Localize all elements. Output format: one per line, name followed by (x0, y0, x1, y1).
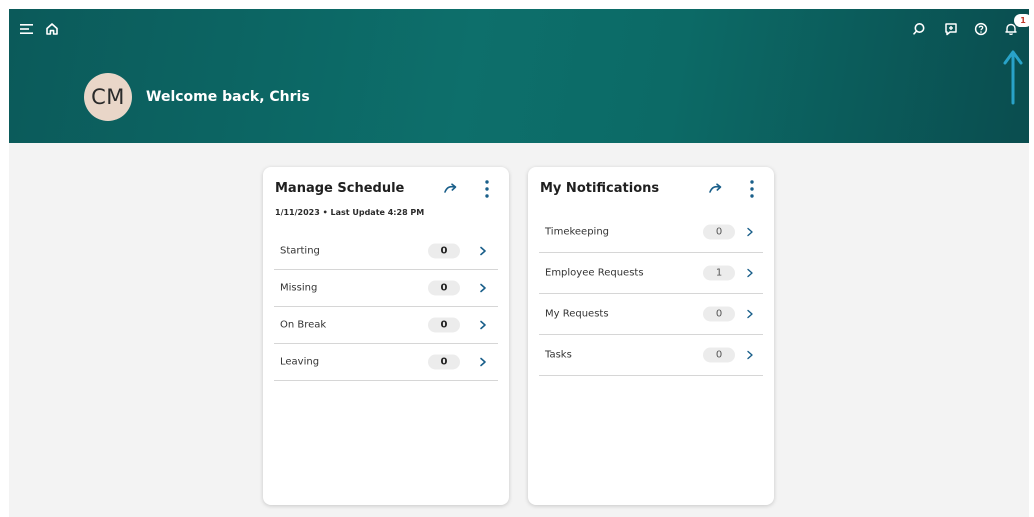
chevron-right-icon[interactable] (745, 227, 755, 237)
app-frame: 1 CM Welcome back, Chris Manage Schedule… (9, 9, 1029, 517)
count-pill: 0 (428, 243, 460, 258)
my-notifications-card: My Notifications Timekeeping 0 Employee … (528, 167, 774, 505)
chevron-right-icon[interactable] (745, 350, 755, 360)
header-banner: 1 CM Welcome back, Chris (9, 9, 1029, 143)
more-options-icon[interactable] (483, 179, 491, 199)
count-pill: 0 (428, 317, 460, 332)
open-arrow-icon[interactable] (443, 181, 459, 197)
count-pill: 0 (428, 280, 460, 295)
notification-count-badge: 1 (1014, 14, 1029, 27)
avatar[interactable]: CM (84, 73, 132, 121)
row-label: My Requests (545, 308, 609, 320)
chevron-right-icon[interactable] (745, 309, 755, 319)
row-label: Starting (280, 245, 320, 256)
more-options-icon[interactable] (748, 179, 756, 199)
chevron-right-icon[interactable] (478, 320, 488, 330)
chat-icon[interactable] (941, 19, 961, 39)
chevron-right-icon[interactable] (478, 283, 488, 293)
list-item-leaving[interactable]: Leaving 0 (274, 343, 498, 381)
row-label: Timekeeping (545, 226, 610, 238)
count-pill: 1 (703, 265, 735, 281)
welcome-message: Welcome back, Chris (146, 89, 310, 105)
row-label: On Break (280, 319, 327, 330)
row-label: Missing (280, 282, 318, 293)
list-item-on-break[interactable]: On Break 0 (274, 306, 498, 344)
home-icon[interactable] (42, 19, 62, 39)
count-pill: 0 (703, 347, 735, 363)
card-title: My Notifications (540, 181, 660, 196)
list-item-missing[interactable]: Missing 0 (274, 269, 498, 307)
menu-icon[interactable] (17, 19, 37, 39)
list-item-starting[interactable]: Starting 0 (274, 232, 498, 270)
last-update-text: 1/11/2023 • Last Update 4:28 PM (275, 208, 425, 217)
count-pill: 0 (428, 354, 460, 369)
chevron-right-icon[interactable] (478, 246, 488, 256)
manage-schedule-card: Manage Schedule 1/11/2023 • Last Update … (263, 167, 509, 505)
card-title: Manage Schedule (275, 181, 405, 196)
open-arrow-icon[interactable] (708, 181, 724, 197)
list-item-tasks[interactable]: Tasks 0 (539, 335, 763, 376)
count-pill: 0 (703, 306, 735, 322)
count-pill: 0 (703, 224, 735, 240)
search-icon[interactable] (909, 19, 929, 39)
row-label: Tasks (545, 349, 572, 361)
row-label: Employee Requests (545, 267, 644, 279)
help-icon[interactable] (971, 19, 991, 39)
list-item-employee-requests[interactable]: Employee Requests 1 (539, 253, 763, 294)
chevron-right-icon[interactable] (478, 357, 488, 367)
list-item-timekeeping[interactable]: Timekeeping 0 (539, 212, 763, 253)
row-label: Leaving (280, 356, 320, 367)
annotation-arrow-icon (1003, 50, 1023, 105)
chevron-right-icon[interactable] (745, 268, 755, 278)
list-item-my-requests[interactable]: My Requests 0 (539, 294, 763, 335)
